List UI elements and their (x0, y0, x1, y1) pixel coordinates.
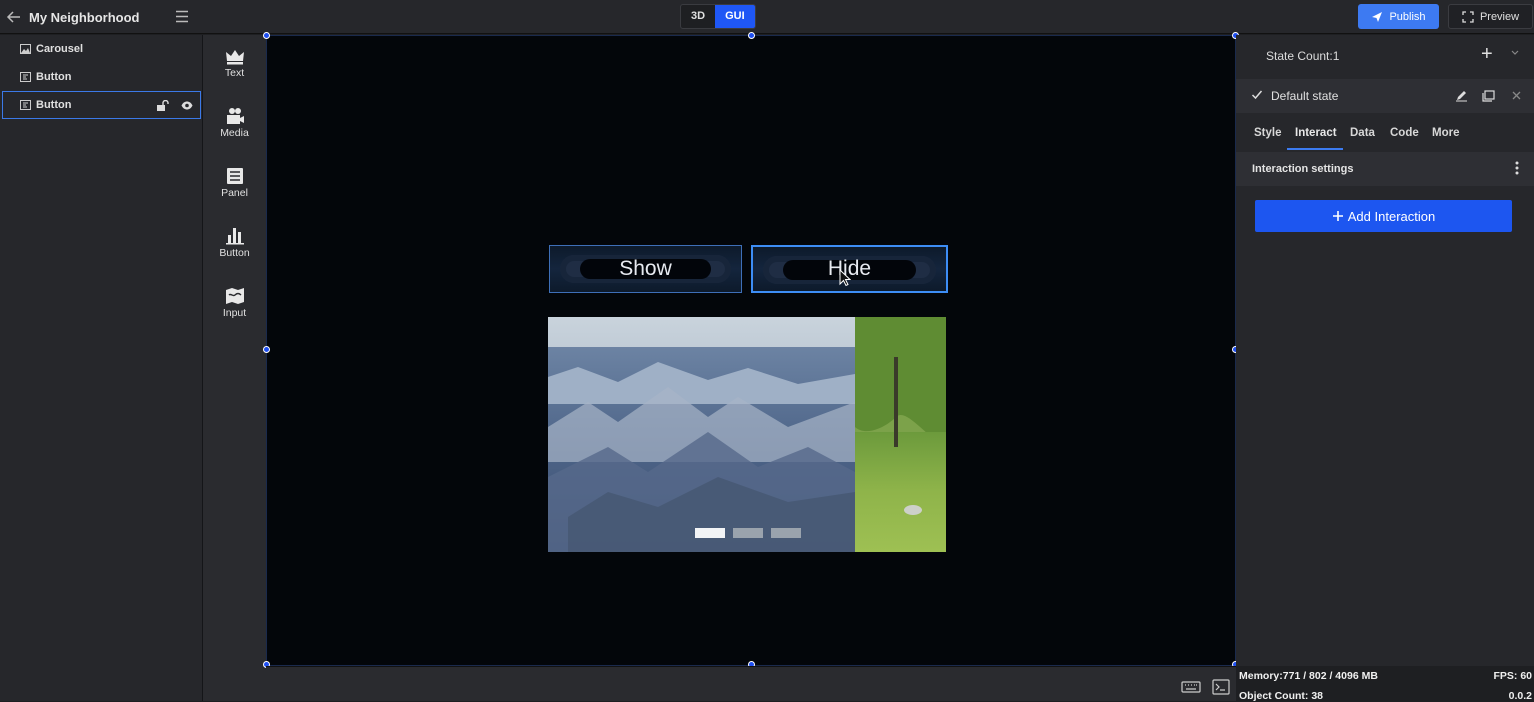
more-vertical-icon[interactable] (1515, 161, 1519, 175)
close-icon[interactable] (1510, 89, 1523, 102)
preview-button[interactable]: Preview (1448, 4, 1533, 29)
check-icon (1251, 90, 1263, 100)
project-header: My Neighborhood (0, 0, 202, 34)
default-state-row[interactable]: Default state (1236, 79, 1534, 113)
tool-label: Media (220, 127, 249, 139)
mode-3d-button[interactable]: 3D (681, 5, 715, 28)
tool-text[interactable]: Text (203, 49, 266, 89)
project-name: My Neighborhood (29, 9, 140, 25)
state-count-label: State Count:1 (1266, 49, 1340, 63)
add-state-icon[interactable]: + (1481, 44, 1493, 64)
tool-label: Button (219, 247, 250, 259)
hide-button[interactable]: Hide (751, 245, 948, 293)
layers-panel: Carousel Button Button (0, 35, 203, 701)
performance-stats: Memory:771 / 802 / 4096 MB Object Count:… (1236, 666, 1534, 702)
interaction-settings-header: Interaction settings (1236, 152, 1534, 186)
publish-button[interactable]: Publish (1358, 4, 1439, 29)
mountain-slide-image (548, 317, 946, 552)
memory-readout: Memory:771 / 802 / 4096 MB (1239, 670, 1378, 682)
show-button-label: Show (619, 257, 672, 280)
map-icon (225, 288, 244, 304)
tool-panel[interactable]: Panel (203, 167, 266, 207)
publish-label: Publish (1389, 10, 1426, 23)
layer-label: Button (36, 99, 72, 111)
bar-chart-icon (225, 228, 244, 245)
eye-icon[interactable] (181, 101, 193, 110)
property-tabs: Style Interact Data Code More (1236, 119, 1534, 151)
tab-data[interactable]: Data (1350, 127, 1375, 139)
crown-icon (225, 50, 244, 65)
tab-style[interactable]: Style (1254, 127, 1282, 139)
fullscreen-icon (1462, 10, 1474, 23)
terminal-icon[interactable] (1210, 679, 1232, 695)
object-count-readout: Object Count: 38 (1239, 690, 1324, 702)
keyboard-icon[interactable] (1180, 679, 1202, 695)
button-layer-icon (20, 72, 31, 82)
plus-icon (1332, 211, 1343, 221)
preview-label: Preview (1479, 10, 1520, 23)
layer-button-selected[interactable]: Button (2, 91, 201, 119)
panel-icon (226, 168, 243, 184)
media-icon (226, 108, 244, 124)
mode-toggle: 3D GUI (680, 4, 756, 29)
image-icon (20, 44, 31, 54)
hamburger-menu-icon[interactable] (175, 10, 189, 23)
back-arrow-icon[interactable] (6, 9, 22, 25)
carousel-dot-2[interactable] (733, 528, 763, 538)
layer-button[interactable]: Button (0, 63, 202, 91)
carousel[interactable] (548, 317, 946, 552)
layer-label: Carousel (36, 43, 84, 55)
fps-readout: FPS: 60 (1493, 670, 1532, 682)
default-state-label: Default state (1271, 89, 1339, 103)
button-layer-icon (20, 100, 31, 110)
tool-label: Text (224, 67, 245, 79)
carousel-dot-1[interactable] (695, 528, 725, 538)
canvas-status-bar (266, 666, 1236, 701)
layer-label: Button (36, 71, 72, 83)
tool-media[interactable]: Media (203, 107, 266, 147)
carousel-pagination (695, 528, 801, 538)
show-button[interactable]: Show (549, 245, 742, 293)
chevron-down-icon[interactable] (1510, 47, 1520, 57)
gui-canvas[interactable]: Show Hide (263, 32, 1239, 668)
edit-icon[interactable] (1455, 89, 1468, 102)
resize-handle-left[interactable] (263, 346, 270, 353)
version-readout: 0.0.2 (1508, 690, 1532, 702)
tool-label: Input (222, 307, 247, 319)
unlock-icon[interactable] (157, 100, 169, 111)
mouse-cursor-icon (839, 269, 851, 287)
add-interaction-label: Add Interaction (1347, 208, 1436, 224)
top-bar: My Neighborhood 3D GUI Publish Preview (0, 0, 1534, 34)
properties-panel: State Count:1 + Default state Style Inte… (1236, 35, 1534, 666)
mode-gui-button[interactable]: GUI (715, 5, 755, 28)
tool-input[interactable]: Input (203, 287, 266, 327)
tool-label: Panel (221, 187, 248, 199)
section-title: Interaction settings (1252, 163, 1354, 175)
resize-handle-top-left[interactable] (263, 32, 270, 39)
tool-button[interactable]: Button (203, 227, 266, 267)
component-toolbar: Text Media Panel Button Input (203, 35, 266, 701)
carousel-dot-3[interactable] (771, 528, 801, 538)
copy-icon[interactable] (1482, 89, 1495, 102)
layer-carousel[interactable]: Carousel (0, 35, 202, 63)
tab-interact[interactable]: Interact (1295, 127, 1337, 139)
resize-handle-top[interactable] (748, 32, 755, 39)
tab-code[interactable]: Code (1390, 127, 1419, 139)
send-icon (1372, 11, 1383, 22)
tab-more[interactable]: More (1432, 127, 1459, 139)
add-interaction-button[interactable]: Add Interaction (1255, 200, 1512, 232)
active-tab-indicator (1287, 148, 1343, 150)
